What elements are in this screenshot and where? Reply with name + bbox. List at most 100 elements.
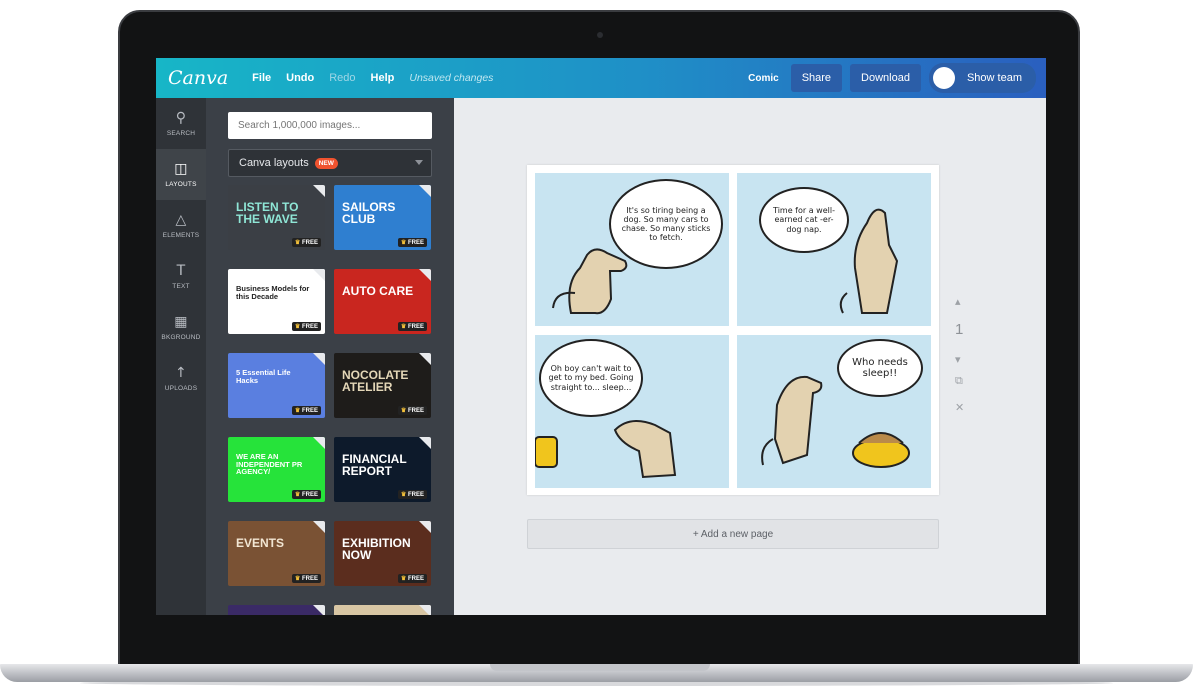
layout-thumbnail[interactable]: SAILORS CLUB ♛ FREE [334, 185, 431, 250]
free-badge: ♛ FREE [397, 238, 427, 247]
move-down-icon[interactable]: ▾ [955, 353, 967, 366]
page-fold [313, 521, 325, 533]
document-name[interactable]: Comic [748, 73, 779, 84]
crown-icon: ♛ [400, 492, 407, 498]
background-icon: ▦ [174, 314, 188, 330]
free-label: FREE [407, 408, 424, 414]
layout-thumbnail[interactable]: EVENTS ♛ FREE [228, 521, 325, 586]
tool-uploads[interactable]: ↑ UPLOADS [156, 353, 206, 404]
free-label: FREE [301, 324, 318, 330]
dog-illustration [535, 420, 677, 479]
avatar [932, 67, 955, 89]
free-label: FREE [301, 240, 318, 246]
crown-icon: ♛ [294, 492, 301, 498]
layouts-icon: ◫ [174, 161, 188, 177]
free-badge: ♛ FREE [291, 238, 321, 247]
crown-icon: ♛ [400, 240, 407, 246]
tool-text[interactable]: T TEXT [156, 251, 206, 302]
dog-illustration [839, 208, 899, 314]
page-number: 1 [955, 321, 964, 338]
thumbnail-title: 5 Essential Life Hacks [236, 368, 291, 385]
show-team-button[interactable]: Show team [928, 63, 1036, 93]
free-label: FREE [407, 324, 424, 330]
page-fold [313, 353, 325, 365]
design-page[interactable]: It's so tiring being a dog. So many cars… [527, 165, 939, 495]
page-fold [313, 605, 325, 615]
free-label: FREE [301, 408, 318, 414]
free-badge: ♛ FREE [397, 406, 427, 415]
laptop-frame: Canva File Undo Redo Help Unsaved change… [0, 0, 1193, 687]
menu-redo[interactable]: Redo [329, 72, 355, 84]
free-badge: ♛ FREE [291, 406, 321, 415]
tool-layouts[interactable]: ◫ LAYOUTS [156, 149, 206, 200]
layout-thumbnail[interactable]: WE ARE AN INDEPENDENT PR AGENCY/ ♛ FREE [228, 437, 325, 502]
layout-thumbnail[interactable] [228, 605, 325, 615]
page-fold [313, 269, 325, 281]
free-badge: ♛ FREE [397, 322, 427, 331]
top-bar: Canva File Undo Redo Help Unsaved change… [156, 58, 1046, 98]
download-button[interactable]: Download [850, 64, 921, 92]
tool-label: BKGROUND [161, 334, 201, 341]
layout-select-label: Canva layouts [239, 157, 309, 169]
layout-thumbnail[interactable]: AUTO CARE ♛ FREE [334, 269, 431, 334]
tool-label: LAYOUTS [165, 181, 197, 188]
crown-icon: ♛ [294, 576, 301, 582]
crown-icon: ♛ [294, 408, 301, 414]
add-page-button[interactable]: + Add a new page [527, 519, 939, 549]
thumbnail-title: LISTEN TO THE WAVE [236, 200, 299, 226]
crown-icon: ♛ [400, 324, 407, 330]
dog-illustration [552, 248, 628, 315]
layout-thumbnail[interactable]: 5 Essential Life Hacks ♛ FREE [228, 353, 325, 418]
crown-icon: ♛ [400, 576, 407, 582]
thumbnail-title: Business Models for this Decade [236, 284, 310, 301]
layout-thumbnail[interactable]: FINANCIAL REPORT ♛ FREE [334, 437, 431, 502]
thumbnail-title: NOCOLATE ATELIER [342, 368, 409, 394]
free-badge: ♛ FREE [397, 490, 427, 499]
text-icon: T [176, 263, 186, 279]
thumbnail-title: EVENTS [236, 536, 285, 550]
search-input[interactable] [228, 112, 432, 139]
move-up-icon[interactable]: ▴ [955, 295, 967, 308]
duplicate-page-icon[interactable]: ⧉ [955, 375, 967, 387]
comic-panel-2[interactable]: Time for a well-earned cat -er- dog nap. [737, 173, 931, 326]
app-screen: Canva File Undo Redo Help Unsaved change… [156, 58, 1046, 615]
layout-thumbnail[interactable]: LISTEN TO THE WAVE ♛ FREE [228, 185, 325, 250]
free-badge: ♛ FREE [291, 490, 321, 499]
tool-background[interactable]: ▦ BKGROUND [156, 302, 206, 353]
canva-logo[interactable]: Canva [168, 67, 228, 89]
laptop-notch [490, 664, 710, 671]
crown-icon: ♛ [294, 240, 301, 246]
delete-page-icon[interactable]: ✕ [955, 401, 967, 414]
free-label: FREE [407, 240, 424, 246]
free-label: FREE [407, 492, 424, 498]
comic-panel-3[interactable]: Oh boy can't wait to get to my bed. Goin… [535, 335, 729, 488]
search-icon: ⚲ [175, 110, 187, 126]
elements-icon: △ [175, 212, 187, 228]
thumbnail-title: SAILORS CLUB [342, 200, 396, 226]
save-status: Unsaved changes [409, 72, 494, 84]
page-fold [419, 353, 431, 365]
tool-elements[interactable]: △ ELEMENTS [156, 200, 206, 251]
page-fold [419, 437, 431, 449]
tool-search[interactable]: ⚲ SEARCH [156, 98, 206, 149]
layout-thumbnail[interactable] [334, 605, 431, 615]
comic-panel-1[interactable]: It's so tiring being a dog. So many cars… [535, 173, 729, 326]
share-button[interactable]: Share [790, 64, 843, 92]
menu-help[interactable]: Help [371, 72, 395, 84]
page-fold [313, 185, 325, 197]
layout-thumbnail[interactable]: EXHIBITION NOW ♛ FREE [334, 521, 431, 586]
chevron-down-icon [415, 160, 423, 165]
crown-icon: ♛ [400, 408, 407, 414]
thumbnail-title: EXHIBITION NOW [342, 536, 411, 562]
layout-thumbnail[interactable]: NOCOLATE ATELIER ♛ FREE [334, 353, 431, 418]
layout-select[interactable]: Canva layouts NEW [228, 149, 432, 177]
free-badge: ♛ FREE [397, 574, 427, 583]
thumbnail-title: WE ARE AN INDEPENDENT PR AGENCY/ [236, 452, 303, 476]
layout-thumbnail[interactable]: Business Models for this Decade ♛ FREE [228, 269, 325, 334]
menu-undo[interactable]: Undo [286, 72, 314, 84]
menu-file[interactable]: File [252, 72, 271, 84]
comic-panel-4[interactable]: Who needs sleep!! [737, 335, 931, 488]
uploads-icon: ↑ [175, 365, 187, 381]
free-label: FREE [407, 576, 424, 582]
page-fold [419, 521, 431, 533]
